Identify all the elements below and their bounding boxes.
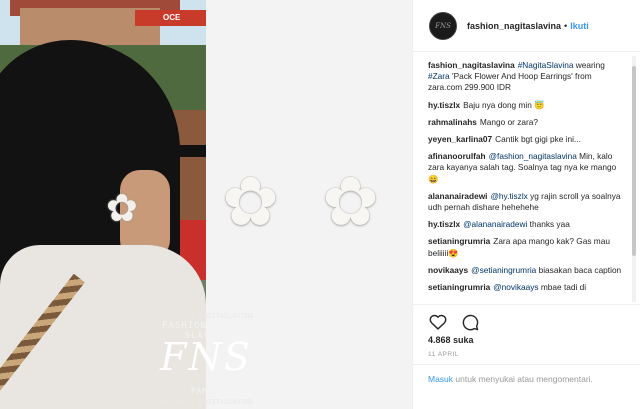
- watermark-logo: FNS: [160, 335, 252, 379]
- watermark-family: FAMILY: [190, 387, 224, 397]
- watermark-handle: @FASHION_NAGITASLAVINA: [160, 312, 254, 320]
- comment-username[interactable]: hy.tiszlx: [428, 100, 460, 110]
- comment-scrollbar[interactable]: [630, 56, 636, 302]
- flower-earring-icon: ✿: [322, 164, 379, 240]
- comment-username[interactable]: alananairadewi: [428, 191, 488, 201]
- comment-username[interactable]: yeyen_karlina07: [428, 134, 492, 144]
- comment-item: hy.tiszlx @alananairadewi thanks yaa: [428, 219, 623, 230]
- post-header: FNS fashion_nagitaslavina • Ikuti: [413, 0, 640, 52]
- mention-link[interactable]: @alananairadewi: [463, 219, 527, 229]
- comment-item: novikaays @setianingrumria biasakan baca …: [428, 265, 623, 276]
- comment-list[interactable]: fashion_nagitaslavina #NagitaSlavina wear…: [413, 56, 635, 302]
- heart-icon: [429, 314, 447, 330]
- comment-item: setianingrumria @novikaays mbae tadi di: [428, 282, 623, 293]
- mention-link[interactable]: @hy.tiszlx: [491, 191, 528, 201]
- comment-item: yeyen_karlina07 Cantik bgt gigi pke ini..…: [428, 134, 623, 145]
- caption: fashion_nagitaslavina #NagitaSlavina wear…: [428, 60, 623, 94]
- login-link[interactable]: Masuk: [428, 374, 453, 384]
- comment-text: mbae tadi di: [538, 282, 587, 293]
- login-text: untuk menyukai atau mengomentari.: [453, 374, 593, 384]
- comment-button[interactable]: [459, 311, 481, 333]
- comment-text: thanks yaa: [527, 219, 570, 230]
- worn-earring-icon: ✿: [106, 188, 138, 230]
- comment-text: biasakan baca caption: [536, 264, 622, 275]
- comment-username[interactable]: hy.tiszlx: [428, 219, 460, 229]
- comment-item: alananairadewi @hy.tiszlx yg rajin scroll…: [428, 191, 623, 213]
- comment-username[interactable]: rahmalinahs: [428, 117, 477, 127]
- caption-text: 'Pack Flower And Hoop Earrings' from zar…: [428, 71, 592, 93]
- caption-username[interactable]: fashion_nagitaslavina: [428, 60, 515, 70]
- comment-text: Baju nya dong min 😇: [463, 99, 545, 110]
- comment-item: afinanoorulfah @fashion_nagitaslavina Min…: [428, 151, 623, 185]
- watermark-handle: @FASHION_NAGITASLAVINA: [160, 398, 254, 406]
- photo-sign: OCE: [135, 10, 206, 26]
- hashtag-link[interactable]: #NagitaSlavina: [518, 60, 574, 70]
- comment-item: setianingrumria Zara apa mango kak? Gas m…: [428, 236, 623, 258]
- action-bar: [413, 304, 640, 334]
- comment-text: Cantik bgt gigi pke ini...: [495, 134, 581, 145]
- comment-icon: [462, 314, 478, 330]
- instagram-post: OCE ✿ ✿ ✿ @FASHION_NAGITASLAVINA FASHION…: [0, 0, 640, 409]
- comment-username[interactable]: novikaays: [428, 265, 468, 275]
- comment-item: rahmalinahs Mango or zara?: [428, 117, 623, 128]
- mention-link[interactable]: @setianingrumria: [471, 265, 536, 275]
- comment-item: hy.tiszlx Baju nya dong min 😇: [428, 100, 623, 111]
- flower-earring-icon: ✿: [222, 164, 279, 240]
- post-photo: OCE ✿ ✿ ✿ @FASHION_NAGITASLAVINA FASHION…: [0, 0, 412, 409]
- caption-text: wearing: [573, 60, 605, 70]
- comment-username[interactable]: setianingrumria: [428, 236, 490, 246]
- follow-button[interactable]: Ikuti: [570, 21, 589, 31]
- comment-text: Mango or zara?: [479, 116, 539, 127]
- post-date: 11 APRIL: [428, 351, 459, 358]
- comment-username[interactable]: afinanoorulfah: [428, 151, 486, 161]
- like-button[interactable]: [427, 311, 449, 333]
- mention-link[interactable]: @fashion_nagitaslavina: [489, 151, 577, 161]
- like-count[interactable]: 4.868 suka: [428, 335, 474, 345]
- scrollbar-thumb[interactable]: [632, 66, 636, 256]
- header-username[interactable]: fashion_nagitaslavina: [467, 21, 561, 31]
- post-side-panel: FNS fashion_nagitaslavina • Ikuti fashio…: [412, 0, 640, 409]
- comment-username[interactable]: setianingrumria: [428, 282, 490, 292]
- mention-link[interactable]: @novikaays: [493, 282, 538, 292]
- header-separator: •: [564, 20, 568, 31]
- login-prompt: Masuk untuk menyukai atau mengomentari.: [413, 364, 640, 409]
- avatar[interactable]: FNS: [429, 11, 457, 40]
- hashtag-link[interactable]: #Zara: [428, 71, 450, 81]
